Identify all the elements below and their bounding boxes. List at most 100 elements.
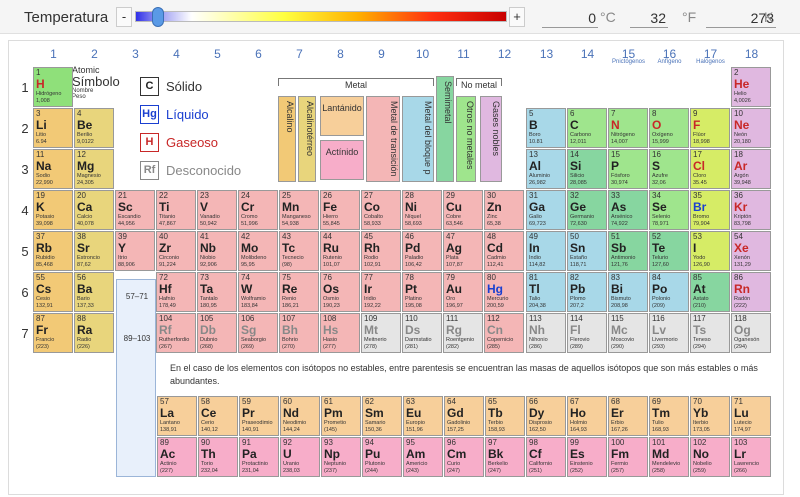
element-cell-yb[interactable]: 70 Yb Iterbio 173,05: [690, 396, 730, 436]
element-cell-nd[interactable]: 60 Nd Neodimio 144,24: [280, 396, 320, 436]
element-cell-in[interactable]: 49 In Indio 114,82: [526, 231, 566, 271]
element-cell-fl[interactable]: 114 Fl Flerovio (289): [567, 313, 607, 353]
element-cell-ge[interactable]: 32 Ge Germanio 72,630: [567, 190, 607, 230]
element-cell-np[interactable]: 93 Np Neptunio (237): [321, 437, 361, 477]
element-cell-md[interactable]: 101 Md Mendelevio (258): [649, 437, 689, 477]
element-cell-be[interactable]: 4 Be Berilio 9,0122: [74, 108, 114, 148]
element-cell-sn[interactable]: 50 Sn Estaño 118,71: [567, 231, 607, 271]
element-cell-n[interactable]: 7 N Nitrógeno 14,007: [608, 108, 648, 148]
element-cell-og[interactable]: 118 Og Oganesón (294): [731, 313, 771, 353]
element-cell-li[interactable]: 3 Li Litio 6.94: [33, 108, 73, 148]
element-cell-bh[interactable]: 107 Bh Bohrio (270): [279, 313, 319, 353]
element-cell-w[interactable]: 74 W Wolframio 183,84: [238, 272, 278, 312]
element-cell-i[interactable]: 53 I Yodo 126,90: [690, 231, 730, 271]
element-cell-ar[interactable]: 18 Ar Argón 39,948: [731, 149, 771, 189]
fahrenheit-input[interactable]: [630, 8, 668, 28]
element-cell-sr[interactable]: 38 Sr Estroncio 87,62: [74, 231, 114, 271]
element-cell-o[interactable]: 8 O Oxígeno 15,999: [649, 108, 689, 148]
element-cell-lr[interactable]: 103 Lr Lawrencio (266): [731, 437, 771, 477]
element-cell-rb[interactable]: 37 Rb Rubidio 85,468: [33, 231, 73, 271]
element-cell-cn[interactable]: 112 Cn Copernicio (285): [484, 313, 524, 353]
element-cell-tl[interactable]: 81 Tl Talio 204,38: [526, 272, 566, 312]
element-cell-s[interactable]: 16 S Azufre 32,06: [649, 149, 689, 189]
element-cell-pd[interactable]: 46 Pd Paladio 106,42: [402, 231, 442, 271]
element-cell-ir[interactable]: 77 Ir Iridio 192,22: [361, 272, 401, 312]
element-cell-rg[interactable]: 111 Rg Roentgenio (282): [443, 313, 483, 353]
element-cell-cu[interactable]: 29 Cu Cobre 63,546: [443, 190, 483, 230]
element-cell-ag[interactable]: 47 Ag Plata 107,87: [443, 231, 483, 271]
element-cell-gd[interactable]: 64 Gd Gadolinio 157,25: [444, 396, 484, 436]
element-cell-h[interactable]: 1 H Hidrógeno 1,008: [33, 67, 73, 107]
element-cell-no[interactable]: 102 No Nobelio (259): [690, 437, 730, 477]
element-cell-kr[interactable]: 36 Kr Kriptón 83,798: [731, 190, 771, 230]
element-cell-rf[interactable]: 104 Rf Rutherfordio (267): [156, 313, 196, 353]
element-cell-lu[interactable]: 71 Lu Lutecio 174,97: [731, 396, 771, 436]
element-cell-er[interactable]: 68 Er Erbio 167,26: [608, 396, 648, 436]
element-cell-es[interactable]: 99 Es Einstenio (252): [567, 437, 607, 477]
element-cell-zn[interactable]: 30 Zn Zinc 65,38: [484, 190, 524, 230]
element-cell-at[interactable]: 85 At Astato (210): [690, 272, 730, 312]
element-cell-co[interactable]: 27 Co Cobalto 58,933: [361, 190, 401, 230]
element-cell-cl[interactable]: 17 Cl Cloro 35.45: [690, 149, 730, 189]
element-cell-am[interactable]: 95 Am Americio (243): [403, 437, 443, 477]
element-cell-ru[interactable]: 44 Ru Rutenio 101,07: [320, 231, 360, 271]
temperature-slider[interactable]: [135, 11, 507, 22]
category-other-nonmetal[interactable]: Otros no metales: [456, 96, 476, 182]
element-cell-hs[interactable]: 108 Hs Hasio (277): [320, 313, 360, 353]
element-cell-nb[interactable]: 41 Nb Niobio 92,906: [197, 231, 237, 271]
element-cell-br[interactable]: 35 Br Bromo 79,904: [690, 190, 730, 230]
element-cell-fr[interactable]: 87 Fr Francio (223): [33, 313, 73, 353]
element-cell-fe[interactable]: 26 Fe Hierro 55,845: [320, 190, 360, 230]
element-cell-tm[interactable]: 69 Tm Tulio 168,93: [649, 396, 689, 436]
category-transition[interactable]: Metal de transición: [366, 96, 400, 182]
element-cell-os[interactable]: 76 Os Osmio 190,23: [320, 272, 360, 312]
element-cell-ds[interactable]: 110 Ds Darmstatio (281): [402, 313, 442, 353]
element-cell-c[interactable]: 6 C Carbono 12,011: [567, 108, 607, 148]
element-cell-ti[interactable]: 22 Ti Titanio 47,867: [156, 190, 196, 230]
element-cell-al[interactable]: 13 Al Aluminio 26,982: [526, 149, 566, 189]
element-cell-sg[interactable]: 106 Sg Seaborgio (269): [238, 313, 278, 353]
element-cell-tb[interactable]: 65 Tb Terbio 158,93: [485, 396, 525, 436]
element-cell-pt[interactable]: 78 Pt Platino 195,08: [402, 272, 442, 312]
category-post-transition[interactable]: Metal del bloque p: [402, 96, 434, 182]
element-cell-nh[interactable]: 113 Nh Nihonio (286): [526, 313, 566, 353]
element-cell-ba[interactable]: 56 Ba Bario 137,33: [74, 272, 114, 312]
element-cell-ts[interactable]: 117 Ts Teneso (294): [690, 313, 730, 353]
element-cell-ce[interactable]: 58 Ce Cerio 140,12: [198, 396, 238, 436]
element-cell-hg[interactable]: 80 Hg Mercurio 200,59: [484, 272, 524, 312]
element-cell-sm[interactable]: 62 Sm Samario 150,36: [362, 396, 402, 436]
category-actinide[interactable]: Actínido: [320, 140, 364, 180]
temperature-slider-handle[interactable]: [152, 7, 164, 27]
element-cell-ne[interactable]: 10 Ne Neón 20,180: [731, 108, 771, 148]
element-cell-la[interactable]: 57 La Lantano 138,91: [157, 396, 197, 436]
element-cell-cm[interactable]: 96 Cm Curio (247): [444, 437, 484, 477]
element-cell-pm[interactable]: 61 Pm Prometio (145): [321, 396, 361, 436]
element-cell-v[interactable]: 23 V Vanadio 50,942: [197, 190, 237, 230]
element-cell-bk[interactable]: 97 Bk Berkelio (247): [485, 437, 525, 477]
element-cell-db[interactable]: 105 Db Dubnio (268): [197, 313, 237, 353]
element-cell-bi[interactable]: 83 Bi Bismuto 208,98: [608, 272, 648, 312]
element-cell-mn[interactable]: 25 Mn Manganeso 54,938: [279, 190, 319, 230]
element-cell-mg[interactable]: 12 Mg Magnesio 24,305: [74, 149, 114, 189]
element-cell-na[interactable]: 11 Na Sodio 22,990: [33, 149, 73, 189]
element-cell-as[interactable]: 33 As Arsénico 74,922: [608, 190, 648, 230]
element-cell-sb[interactable]: 51 Sb Antimonio 121,76: [608, 231, 648, 271]
element-cell-au[interactable]: 79 Au Oro 196,97: [443, 272, 483, 312]
element-cell-ga[interactable]: 31 Ga Galio 69,723: [526, 190, 566, 230]
element-cell-mt[interactable]: 109 Mt Meitnerio (278): [361, 313, 401, 353]
element-cell-hf[interactable]: 72 Hf Hafnio 178,49: [156, 272, 196, 312]
element-cell-si[interactable]: 14 Si Silicio 28,085: [567, 149, 607, 189]
element-cell-cd[interactable]: 48 Cd Cadmio 112,41: [484, 231, 524, 271]
element-cell-ac[interactable]: 89 Ac Actinio (227): [157, 437, 197, 477]
element-cell-tc[interactable]: 43 Tc Tecnecio (98): [279, 231, 319, 271]
element-cell-mo[interactable]: 42 Mo Molibdeno 95,95: [238, 231, 278, 271]
element-cell-mc[interactable]: 115 Mc Moscovio (290): [608, 313, 648, 353]
element-cell-b[interactable]: 5 B Boro 10.81: [526, 108, 566, 148]
element-cell-lv[interactable]: 116 Lv Livermorio (293): [649, 313, 689, 353]
element-cell-pr[interactable]: 59 Pr Praseodimio 140,91: [239, 396, 279, 436]
element-cell-f[interactable]: 9 F Flúor 18,998: [690, 108, 730, 148]
element-cell-he[interactable]: 2 He Helio 4,0026: [731, 67, 771, 107]
element-cell-sc[interactable]: 21 Sc Escandio 44,956: [115, 190, 155, 230]
f-block-placeholder[interactable]: 57–71 89–103: [116, 279, 156, 477]
element-cell-xe[interactable]: 54 Xe Xenón 131,29: [731, 231, 771, 271]
